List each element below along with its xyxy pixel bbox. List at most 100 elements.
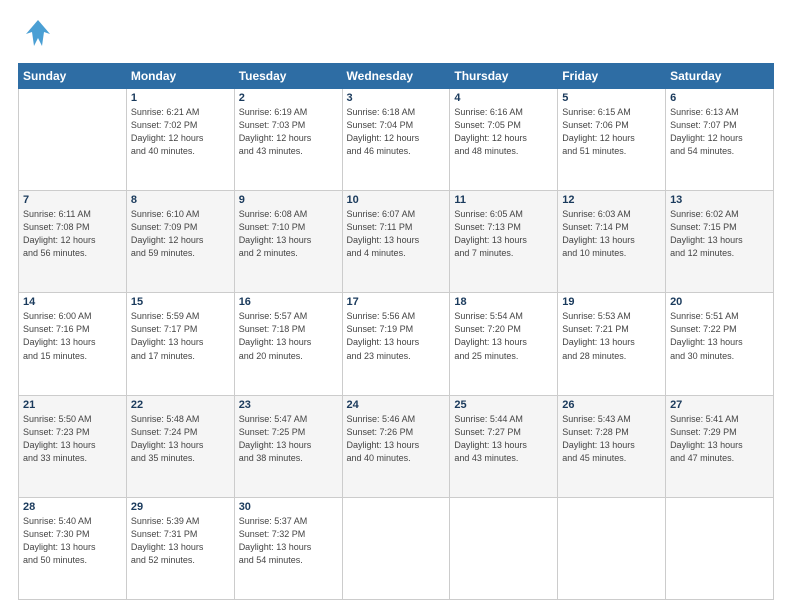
day-number: 27 [670, 399, 769, 411]
day-number: 29 [131, 501, 230, 513]
calendar-table: SundayMondayTuesdayWednesdayThursdayFrid… [18, 63, 774, 600]
day-number: 19 [562, 296, 661, 308]
calendar-cell: 30 Sunrise: 5:37 AM Sunset: 7:32 PM Dayli… [234, 497, 342, 599]
day-number: 11 [454, 194, 553, 206]
weekday-header-sunday: Sunday [19, 64, 127, 89]
day-number: 25 [454, 399, 553, 411]
calendar-cell: 28Sunrise: 5:40 AM Sunset: 7:30 PM Dayli… [19, 497, 127, 599]
calendar-cell: 13 Sunrise: 6:02 AM Sunset: 7:15 PM Dayli… [666, 191, 774, 293]
day-number: 3 [347, 92, 446, 104]
weekday-header-wednesday: Wednesday [342, 64, 450, 89]
day-info: Sunrise: 6:11 AM Sunset: 7:08 PM Dayligh… [23, 208, 122, 260]
day-number: 16 [239, 296, 338, 308]
calendar-cell: 8Sunrise: 6:10 AM Sunset: 7:09 PM Daylig… [126, 191, 234, 293]
day-info: Sunrise: 5:39 AM Sunset: 7:31 PM Dayligh… [131, 515, 230, 567]
day-number: 10 [347, 194, 446, 206]
day-info: Sunrise: 6:05 AM Sunset: 7:13 PM Dayligh… [454, 208, 553, 260]
calendar-cell: 26 Sunrise: 5:43 AM Sunset: 7:28 PM Dayli… [558, 395, 666, 497]
calendar-cell: 29 Sunrise: 5:39 AM Sunset: 7:31 PM Dayli… [126, 497, 234, 599]
day-number: 14 [23, 296, 122, 308]
day-number: 8 [131, 194, 230, 206]
calendar-cell: 16Sunrise: 5:57 AM Sunset: 7:18 PM Dayli… [234, 293, 342, 395]
week-row-4: 21 Sunrise: 5:50 AM Sunset: 7:23 PM Dayli… [19, 395, 774, 497]
day-number: 9 [239, 194, 338, 206]
day-info: Sunrise: 6:08 AM Sunset: 7:10 PM Dayligh… [239, 208, 338, 260]
logo [18, 18, 52, 55]
day-number: 5 [562, 92, 661, 104]
day-number: 17 [347, 296, 446, 308]
day-info: Sunrise: 6:19 AM Sunset: 7:03 PM Dayligh… [239, 106, 338, 158]
day-info: Sunrise: 5:53 AM Sunset: 7:21 PM Dayligh… [562, 310, 661, 362]
day-info: Sunrise: 5:51 AM Sunset: 7:22 PM Dayligh… [670, 310, 769, 362]
calendar-cell: 14 Sunrise: 6:00 AM Sunset: 7:16 PM Dayli… [19, 293, 127, 395]
day-info: Sunrise: 6:07 AM Sunset: 7:11 PM Dayligh… [347, 208, 446, 260]
day-info: Sunrise: 5:48 AM Sunset: 7:24 PM Dayligh… [131, 413, 230, 465]
day-info: Sunrise: 5:43 AM Sunset: 7:28 PM Dayligh… [562, 413, 661, 465]
day-info: Sunrise: 5:47 AM Sunset: 7:25 PM Dayligh… [239, 413, 338, 465]
weekday-header-saturday: Saturday [666, 64, 774, 89]
day-info: Sunrise: 6:16 AM Sunset: 7:05 PM Dayligh… [454, 106, 553, 158]
calendar-cell: 25 Sunrise: 5:44 AM Sunset: 7:27 PM Dayli… [450, 395, 558, 497]
header [18, 18, 774, 55]
day-number: 13 [670, 194, 769, 206]
calendar-cell: 24 Sunrise: 5:46 AM Sunset: 7:26 PM Dayli… [342, 395, 450, 497]
page: SundayMondayTuesdayWednesdayThursdayFrid… [0, 0, 792, 612]
week-row-1: 1Sunrise: 6:21 AM Sunset: 7:02 PM Daylig… [19, 89, 774, 191]
calendar-cell: 10 Sunrise: 6:07 AM Sunset: 7:11 PM Dayli… [342, 191, 450, 293]
logo-bird-icon [24, 18, 52, 55]
week-row-5: 28Sunrise: 5:40 AM Sunset: 7:30 PM Dayli… [19, 497, 774, 599]
day-info: Sunrise: 6:15 AM Sunset: 7:06 PM Dayligh… [562, 106, 661, 158]
calendar-cell: 5 Sunrise: 6:15 AM Sunset: 7:06 PM Daylig… [558, 89, 666, 191]
day-number: 26 [562, 399, 661, 411]
calendar-cell: 20Sunrise: 5:51 AM Sunset: 7:22 PM Dayli… [666, 293, 774, 395]
day-info: Sunrise: 6:18 AM Sunset: 7:04 PM Dayligh… [347, 106, 446, 158]
weekday-header-thursday: Thursday [450, 64, 558, 89]
day-info: Sunrise: 5:56 AM Sunset: 7:19 PM Dayligh… [347, 310, 446, 362]
day-info: Sunrise: 5:37 AM Sunset: 7:32 PM Dayligh… [239, 515, 338, 567]
calendar-cell: 23 Sunrise: 5:47 AM Sunset: 7:25 PM Dayli… [234, 395, 342, 497]
calendar-cell: 1Sunrise: 6:21 AM Sunset: 7:02 PM Daylig… [126, 89, 234, 191]
day-info: Sunrise: 6:00 AM Sunset: 7:16 PM Dayligh… [23, 310, 122, 362]
day-info: Sunrise: 5:54 AM Sunset: 7:20 PM Dayligh… [454, 310, 553, 362]
day-info: Sunrise: 5:50 AM Sunset: 7:23 PM Dayligh… [23, 413, 122, 465]
calendar-cell: 22 Sunrise: 5:48 AM Sunset: 7:24 PM Dayli… [126, 395, 234, 497]
calendar-cell: 12Sunrise: 6:03 AM Sunset: 7:14 PM Dayli… [558, 191, 666, 293]
calendar-cell: 9 Sunrise: 6:08 AM Sunset: 7:10 PM Daylig… [234, 191, 342, 293]
day-number: 30 [239, 501, 338, 513]
day-number: 23 [239, 399, 338, 411]
calendar-cell: 19 Sunrise: 5:53 AM Sunset: 7:21 PM Dayli… [558, 293, 666, 395]
calendar-cell: 6 Sunrise: 6:13 AM Sunset: 7:07 PM Daylig… [666, 89, 774, 191]
weekday-header-tuesday: Tuesday [234, 64, 342, 89]
calendar-cell: 18 Sunrise: 5:54 AM Sunset: 7:20 PM Dayli… [450, 293, 558, 395]
day-info: Sunrise: 6:03 AM Sunset: 7:14 PM Dayligh… [562, 208, 661, 260]
calendar-cell: 17 Sunrise: 5:56 AM Sunset: 7:19 PM Dayli… [342, 293, 450, 395]
calendar-cell: 7 Sunrise: 6:11 AM Sunset: 7:08 PM Daylig… [19, 191, 127, 293]
day-number: 4 [454, 92, 553, 104]
calendar-cell [342, 497, 450, 599]
calendar-cell: 3 Sunrise: 6:18 AM Sunset: 7:04 PM Daylig… [342, 89, 450, 191]
day-number: 21 [23, 399, 122, 411]
day-number: 24 [347, 399, 446, 411]
calendar-cell: 4 Sunrise: 6:16 AM Sunset: 7:05 PM Daylig… [450, 89, 558, 191]
day-info: Sunrise: 5:46 AM Sunset: 7:26 PM Dayligh… [347, 413, 446, 465]
calendar-cell: 11 Sunrise: 6:05 AM Sunset: 7:13 PM Dayli… [450, 191, 558, 293]
day-number: 22 [131, 399, 230, 411]
calendar-cell [558, 497, 666, 599]
calendar-cell: 2 Sunrise: 6:19 AM Sunset: 7:03 PM Daylig… [234, 89, 342, 191]
week-row-3: 14 Sunrise: 6:00 AM Sunset: 7:16 PM Dayli… [19, 293, 774, 395]
calendar-cell [19, 89, 127, 191]
day-number: 2 [239, 92, 338, 104]
calendar-cell: 27 Sunrise: 5:41 AM Sunset: 7:29 PM Dayli… [666, 395, 774, 497]
day-number: 7 [23, 194, 122, 206]
day-number: 6 [670, 92, 769, 104]
weekday-header-friday: Friday [558, 64, 666, 89]
day-info: Sunrise: 6:02 AM Sunset: 7:15 PM Dayligh… [670, 208, 769, 260]
calendar-cell: 15Sunrise: 5:59 AM Sunset: 7:17 PM Dayli… [126, 293, 234, 395]
day-info: Sunrise: 6:13 AM Sunset: 7:07 PM Dayligh… [670, 106, 769, 158]
day-number: 18 [454, 296, 553, 308]
day-number: 15 [131, 296, 230, 308]
calendar-cell [450, 497, 558, 599]
day-info: Sunrise: 5:41 AM Sunset: 7:29 PM Dayligh… [670, 413, 769, 465]
week-row-2: 7 Sunrise: 6:11 AM Sunset: 7:08 PM Daylig… [19, 191, 774, 293]
day-info: Sunrise: 5:44 AM Sunset: 7:27 PM Dayligh… [454, 413, 553, 465]
